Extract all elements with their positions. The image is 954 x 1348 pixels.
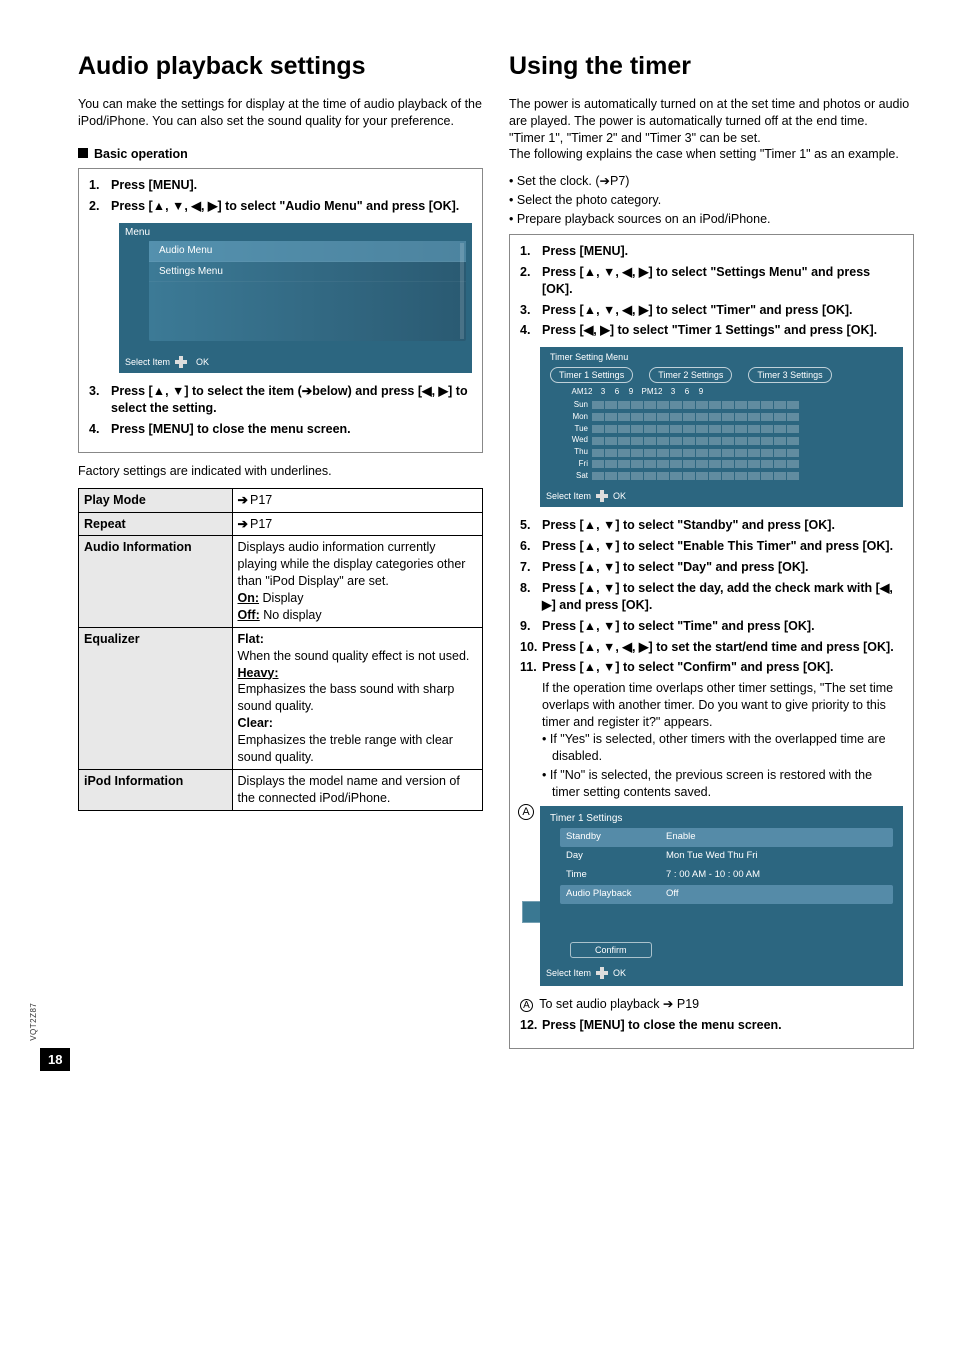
timer-tab-3: Timer 3 Settings: [748, 367, 831, 383]
dpad-icon: [174, 355, 188, 369]
rstep-8: 8.Press [▲, ▼] to select the day, add th…: [520, 580, 903, 614]
circle-a-icon: A: [518, 804, 534, 820]
rstep-11-no: If "No" is selected, the previous screen…: [542, 767, 903, 801]
timer-tab-2: Timer 2 Settings: [649, 367, 732, 383]
timer-tab-1: Timer 1 Settings: [550, 367, 633, 383]
intro-r2: "Timer 1", "Timer 2" and "Timer 3" can b…: [509, 130, 914, 147]
rstep-11: 11.Press [▲, ▼] to select "Confirm" and …: [520, 659, 903, 676]
menu-row-settings: Settings Menu: [149, 262, 466, 283]
t1-row-audio: Audio PlaybackOff: [560, 885, 893, 904]
menu-scrollbar: [460, 243, 464, 339]
side-code-label: VQT2Z87: [29, 1003, 40, 1041]
timer1-settings-figure: A Timer 1 Settings StandbyEnable DayMon …: [540, 806, 903, 986]
timer-setting-figure: Timer Setting Menu Timer 1 Settings Time…: [540, 347, 903, 507]
heading-audio-playback: Audio playback settings: [78, 50, 483, 84]
table-row: Repeat P17: [79, 512, 483, 536]
heading-using-timer: Using the timer: [509, 50, 914, 84]
timer-tabs: Timer 1 Settings Timer 2 Settings Timer …: [550, 367, 893, 383]
pre-bullet: Select the photo category.: [509, 192, 914, 209]
menu-footer: Select Item OK: [125, 355, 209, 369]
table-row: Play Mode P17: [79, 488, 483, 512]
step-1: 1.Press [MENU].: [89, 177, 472, 194]
pre-bullet: Set the clock. (➔P7): [509, 173, 914, 190]
t1-footer: Select Item OK: [546, 966, 626, 980]
t1-row-standby: StandbyEnable: [560, 828, 893, 847]
arrow-right-icon: [238, 493, 250, 507]
rstep-5: 5.Press [▲, ▼] to select "Standby" and p…: [520, 517, 903, 534]
back-tab-icon: [522, 901, 540, 923]
rstep-12: 12.Press [MENU] to close the menu screen…: [520, 1017, 903, 1034]
settings-table: Play Mode P17 Repeat P17 Audio Informati…: [78, 488, 483, 811]
rstep-4: 4.Press [◀, ▶] to select "Timer 1 Settin…: [520, 322, 903, 339]
table-row: Audio Information Displays audio informa…: [79, 536, 483, 627]
rstep-3: 3.Press [▲, ▼, ◀, ▶] to select "Timer" a…: [520, 302, 903, 319]
rstep-7: 7.Press [▲, ▼] to select "Day" and press…: [520, 559, 903, 576]
t1-title: Timer 1 Settings: [550, 812, 622, 826]
t1-panel: StandbyEnable DayMon Tue Wed Thu Fri Tim…: [560, 828, 893, 956]
page-number: 18: [40, 1048, 70, 1072]
rstep-11-note: If the operation time overlaps other tim…: [542, 680, 903, 731]
rstep-1: 1.Press [MENU].: [520, 243, 903, 260]
intro-left: You can make the settings for display at…: [78, 96, 483, 130]
arrow-right-icon: [238, 517, 250, 531]
table-row: Equalizer Flat: When the sound quality e…: [79, 627, 483, 769]
dpad-icon: [595, 966, 609, 980]
square-icon: [78, 148, 88, 158]
pre-bullet: Prepare playback sources on an iPod/iPho…: [509, 211, 914, 228]
steps-box-right: 1.Press [MENU]. 2.Press [▲, ▼, ◀, ▶] to …: [509, 234, 914, 1049]
basic-operation-heading: Basic operation: [78, 146, 483, 163]
menu-row-audio: Audio Menu: [149, 241, 466, 262]
steps-box-left: 1.Press [MENU]. 2.Press [▲, ▼, ◀, ▶] to …: [78, 168, 483, 452]
menu-panel: Audio Menu Settings Menu: [149, 241, 466, 341]
t1-row-time: Time7 : 00 AM - 10 : 00 AM: [560, 866, 893, 885]
left-column: Audio playback settings You can make the…: [78, 50, 483, 1059]
table-row: iPod Information Displays the model name…: [79, 769, 483, 810]
intro-r3: The following explains the case when set…: [509, 146, 914, 163]
circle-a-inline-icon: A: [520, 999, 533, 1012]
timer-fig-title: Timer Setting Menu: [550, 351, 628, 363]
step-4: 4.Press [MENU] to close the menu screen.: [89, 421, 472, 438]
timer-fig-footer: Select Item OK: [546, 489, 626, 503]
audio-menu-figure: Menu Audio Menu Settings Menu Select Ite…: [119, 223, 472, 373]
rstep-9: 9.Press [▲, ▼] to select "Time" and pres…: [520, 618, 903, 635]
rstep-10: 10.Press [▲, ▼, ◀, ▶] to set the start/e…: [520, 639, 903, 656]
intro-r1: The power is automatically turned on at …: [509, 96, 914, 130]
rstep-2: 2.Press [▲, ▼, ◀, ▶] to select "Settings…: [520, 264, 903, 298]
t1-row-day: DayMon Tue Wed Thu Fri: [560, 847, 893, 866]
rstep-11-yes: If "Yes" is selected, other timers with …: [542, 731, 903, 765]
step-2: 2.Press [▲, ▼, ◀, ▶] to select "Audio Me…: [89, 198, 472, 215]
factory-note: Factory settings are indicated with unde…: [78, 463, 483, 480]
menu-title: Menu: [125, 226, 150, 240]
step-3: 3.Press [▲, ▼] to select the item (➔belo…: [89, 383, 472, 417]
timer-grid: AM12 369 PM12 369 SunMonTueWedThuFriSat: [568, 387, 893, 485]
footnote-a: A To set audio playback ➔ P19: [520, 996, 903, 1013]
dpad-icon: [595, 489, 609, 503]
t1-confirm-button: Confirm: [570, 942, 652, 958]
right-column: Using the timer The power is automatical…: [509, 50, 914, 1059]
rstep-6: 6.Press [▲, ▼] to select "Enable This Ti…: [520, 538, 903, 555]
